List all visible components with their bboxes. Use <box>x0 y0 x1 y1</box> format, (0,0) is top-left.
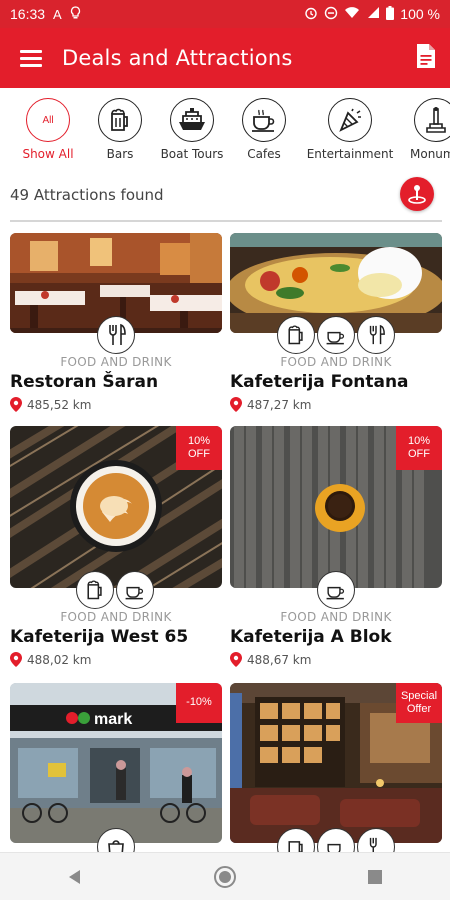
recents-square-icon <box>368 869 382 884</box>
card-distance: 487,27 km <box>230 397 442 412</box>
card-title: Kafeterija West 65 <box>10 627 189 647</box>
special-offer-badge: Special Offer <box>396 683 442 723</box>
attraction-card[interactable]: FOOD AND DRINK Kafeterija Fontana 487,27… <box>230 233 442 412</box>
attraction-image: Special Offer <box>230 683 442 843</box>
category-label: Cafes <box>247 147 281 161</box>
attraction-card[interactable]: 10% OFF FOOD AND DRINK Kafeterija A Blok… <box>230 426 442 667</box>
card-title: Restoran Šaran <box>10 372 159 392</box>
beer-mug-icon <box>277 316 315 354</box>
status-bar: 16:33 A 100 % <box>0 0 450 28</box>
distance-text: 488,67 km <box>247 652 312 667</box>
signal-icon <box>366 6 380 22</box>
document-icon <box>417 44 435 68</box>
map-pin-icon <box>230 652 242 667</box>
nearby-location-button[interactable] <box>400 177 434 211</box>
location-pin-icon <box>408 185 426 204</box>
lightbulb-icon <box>70 6 81 22</box>
card-title: Kafeterija Fontana <box>230 372 409 392</box>
map-pin-icon <box>230 397 242 412</box>
beer-mug-icon <box>98 98 142 142</box>
party-popper-icon <box>328 98 372 142</box>
monument-icon <box>414 98 450 142</box>
menu-button[interactable] <box>0 28 62 88</box>
wifi-icon <box>344 6 360 22</box>
coffee-cup-icon <box>116 571 154 609</box>
discount-badge: -10% <box>176 683 222 723</box>
card-category-icons <box>230 571 442 609</box>
card-category: FOOD AND DRINK <box>280 355 392 369</box>
category-boat-tours[interactable]: Boat Tours <box>156 88 228 168</box>
card-title: Kafeterija A Blok <box>230 627 392 647</box>
card-category: FOOD AND DRINK <box>280 610 392 624</box>
dnd-icon <box>324 6 338 23</box>
attraction-image: 10% OFF <box>230 426 442 588</box>
category-show-all[interactable]: All Show All <box>12 88 84 168</box>
card-category: FOOD AND DRINK <box>60 355 172 369</box>
attraction-card[interactable]: 10% OFF FOOD AND DRINK Kafeterija West 6… <box>10 426 222 667</box>
coffee-cup-icon <box>317 316 355 354</box>
notification-a-icon: A <box>53 6 62 22</box>
battery-level: 100 % <box>400 6 440 22</box>
divider <box>10 220 442 222</box>
category-entertainment[interactable]: Entertainment <box>300 88 400 168</box>
category-label: Show All <box>22 147 74 161</box>
all-icon: All <box>26 98 70 142</box>
discount-badge: 10% OFF <box>396 426 442 470</box>
attraction-card[interactable]: Special Offer <box>230 683 442 866</box>
system-nav-bar <box>0 852 450 900</box>
card-category-icons <box>230 316 442 354</box>
home-circle-icon <box>214 865 236 888</box>
distance-text: 485,52 km <box>27 397 92 412</box>
distance-text: 487,27 km <box>247 397 312 412</box>
discount-badge: 10% OFF <box>176 426 222 470</box>
page-title: Deals and Attractions <box>62 46 293 70</box>
coffee-cup-icon <box>242 98 286 142</box>
map-pin-icon <box>10 397 22 412</box>
category-strip[interactable]: All Show All Bars Boat Tours Cafes Enter… <box>0 88 450 168</box>
app-bar: Deals and Attractions <box>0 28 450 88</box>
battery-icon <box>386 5 395 23</box>
document-button[interactable] <box>416 43 436 69</box>
cutlery-icon <box>357 316 395 354</box>
category-bars[interactable]: Bars <box>84 88 156 168</box>
card-category-icons <box>10 571 222 609</box>
category-label: Monume <box>410 147 450 161</box>
category-label: Boat Tours <box>160 147 224 161</box>
category-label: Bars <box>106 147 134 161</box>
category-label: Entertainment <box>306 147 394 161</box>
recents-button[interactable] <box>345 857 405 897</box>
category-cafes[interactable]: Cafes <box>228 88 300 168</box>
attraction-image: 10% OFF <box>10 426 222 588</box>
status-time: 16:33 <box>10 6 46 22</box>
results-count: 49 Attractions found <box>10 186 164 204</box>
card-distance: 485,52 km <box>10 397 222 412</box>
back-button[interactable] <box>45 857 105 897</box>
cutlery-icon <box>97 316 135 354</box>
ship-icon <box>170 98 214 142</box>
card-category: FOOD AND DRINK <box>60 610 172 624</box>
hamburger-icon <box>20 48 42 69</box>
map-pin-icon <box>10 652 22 667</box>
attraction-card[interactable]: FOOD AND DRINK Restoran Šaran 485,52 km <box>10 233 222 412</box>
card-category-icons <box>10 316 222 354</box>
alarm-icon <box>304 6 318 23</box>
back-triangle-icon <box>69 869 80 884</box>
card-distance: 488,02 km <box>10 652 222 667</box>
category-monuments[interactable]: Monume <box>400 88 450 168</box>
attraction-image: mark -10% <box>10 683 222 843</box>
beer-mug-icon <box>76 571 114 609</box>
store-sign: mark <box>94 711 132 728</box>
home-button[interactable] <box>195 857 255 897</box>
attraction-card[interactable]: mark -10% <box>10 683 222 866</box>
card-distance: 488,67 km <box>230 652 442 667</box>
distance-text: 488,02 km <box>27 652 92 667</box>
coffee-cup-icon <box>317 571 355 609</box>
